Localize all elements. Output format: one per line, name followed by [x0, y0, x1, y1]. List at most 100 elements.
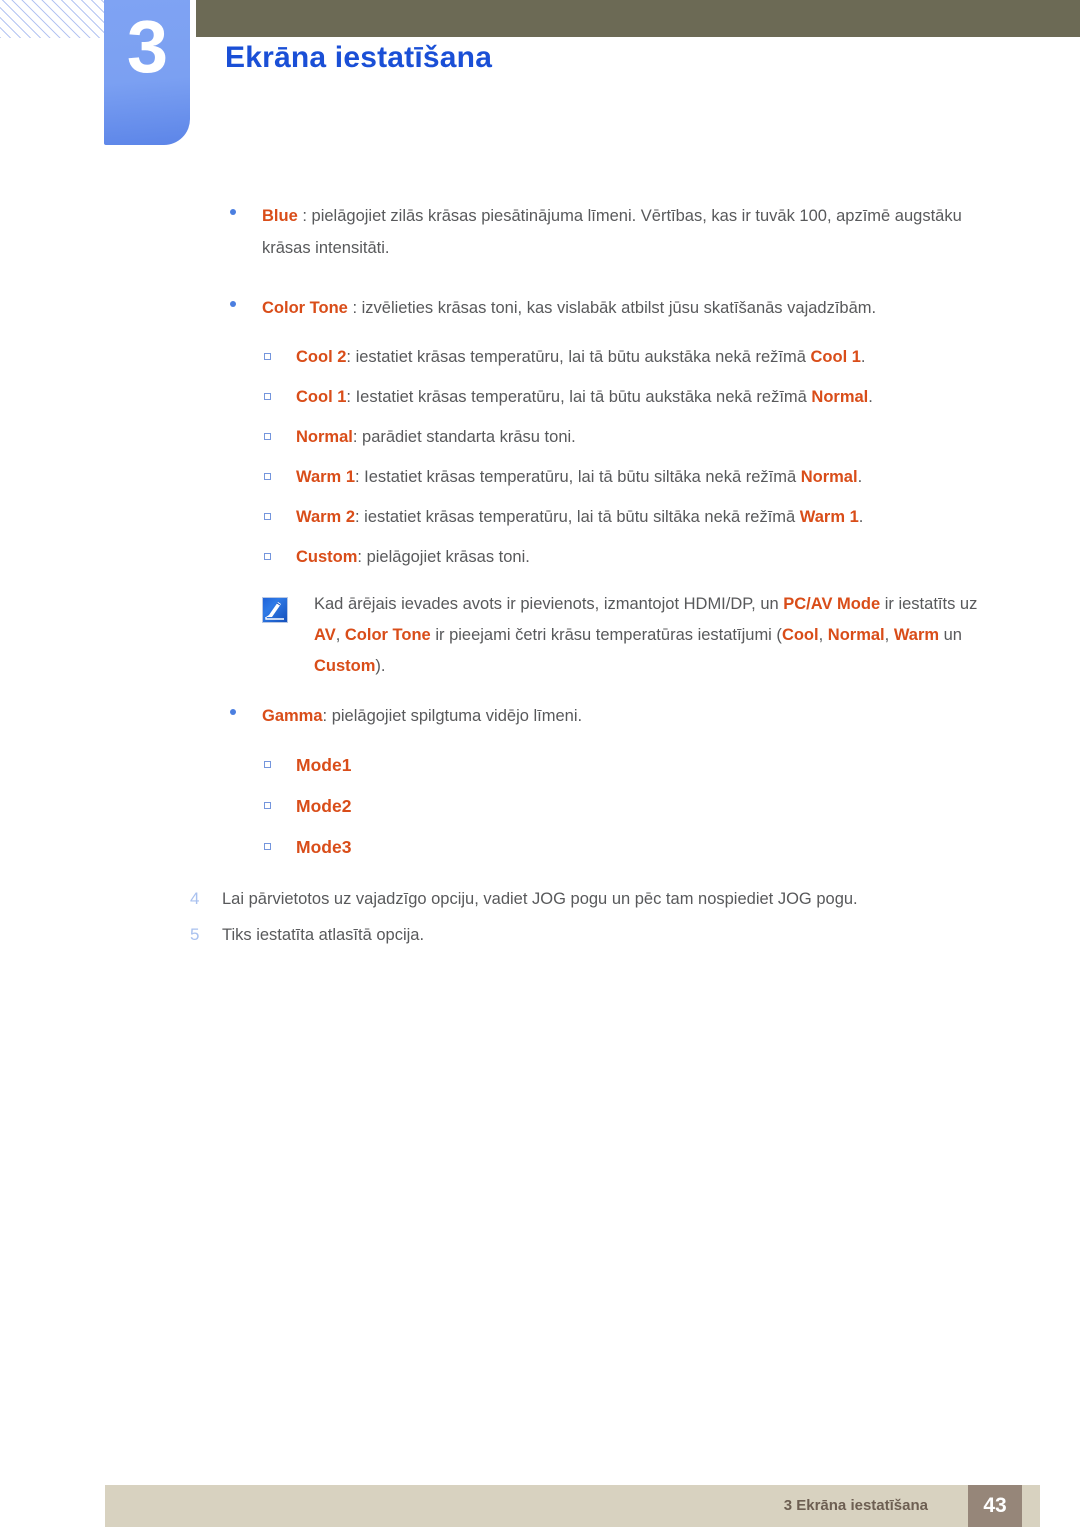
footer-page-number: 43: [968, 1485, 1022, 1527]
term: Warm 1: [296, 468, 355, 486]
chapter-tab: 3: [104, 0, 190, 145]
separator: :: [346, 348, 356, 366]
separator: :: [355, 508, 365, 526]
page-content: Blue : pielāgojiet zilās krāsas piesātin…: [0, 200, 1080, 955]
list-item-text: Cool 2: iestatiet krāsas temperatūru, la…: [262, 342, 866, 373]
list-item-text: Mode2: [262, 791, 351, 823]
bullet-square-icon: [264, 473, 271, 480]
body-text: Iestatiet krāsas temperatūru, lai tā būt…: [355, 388, 812, 406]
list-item-mode2: Mode2: [0, 791, 1080, 823]
term: Cool 1: [296, 388, 347, 406]
reference: Normal: [811, 388, 869, 406]
note-part: ir iestatīts uz: [880, 595, 978, 613]
bullet-square-icon: [264, 353, 271, 360]
mode-label: Mode3: [296, 837, 352, 857]
list-item-text: Gamma: pielāgojiet spilgtuma vidējo līme…: [228, 700, 582, 732]
note-highlight-pc-av-mode: PC/AV Mode: [783, 595, 881, 613]
bullet-dot-icon: [230, 301, 236, 307]
note-part: un: [939, 626, 962, 644]
reference: Cool 1: [810, 348, 861, 366]
body-text: pielāgojiet spilgtuma vidējo līmeni.: [331, 707, 583, 725]
term: Normal: [296, 428, 353, 446]
note-part: ir pieejami četri krāsu temperatūras ies…: [430, 626, 782, 644]
list-item-mode1: Mode1: [0, 750, 1080, 782]
body-text: parādiet standarta krāsu toni.: [362, 428, 576, 446]
note-part: ,: [335, 626, 345, 644]
term: Custom: [296, 548, 358, 566]
body-text-tail: .: [868, 388, 873, 406]
list-item-normal: Normal: parādiet standarta krāsu toni.: [0, 422, 1080, 453]
bullet-square-icon: [264, 802, 271, 809]
header-olive-bar: [196, 0, 1080, 37]
list-item-cool-2: Cool 2: iestatiet krāsas temperatūru, la…: [0, 342, 1080, 373]
note-part: Kad ārējais ievades avots ir pievienots,…: [314, 595, 784, 613]
body-text: iestatiet krāsas temperatūru, lai tā būt…: [364, 508, 800, 526]
separator: :: [355, 468, 365, 486]
note-part: ,: [818, 626, 828, 644]
bullet-dot-icon: [230, 209, 236, 215]
note-text: Kad ārējais ievades avots ir pievienots,…: [262, 589, 990, 682]
reference: Normal: [800, 468, 858, 486]
separator: :: [347, 299, 362, 317]
list-item-mode3: Mode3: [0, 832, 1080, 864]
list-item-text: Blue : pielāgojiet zilās krāsas piesātin…: [228, 200, 1010, 264]
bullet-square-icon: [264, 843, 271, 850]
step-text: Tiks iestatīta atlasītā opcija.: [222, 926, 425, 944]
note-part: ).: [375, 657, 386, 675]
separator: :: [346, 388, 356, 406]
header-hatch-pattern: [0, 0, 104, 38]
mode-label: Mode2: [296, 796, 352, 816]
list-item-blue: Blue : pielāgojiet zilās krāsas piesātin…: [0, 200, 1080, 264]
list-item-text: Color Tone : izvēlieties krāsas toni, ka…: [228, 292, 876, 324]
footer-chapter-label: 3 Ekrāna iestatīšana: [783, 1497, 928, 1514]
body-text: iestatiet krāsas temperatūru, lai tā būt…: [355, 348, 811, 366]
list-item-text: Cool 1: Iestatiet krāsas temperatūru, la…: [262, 382, 873, 413]
body-text-tail: .: [860, 348, 866, 366]
step-number: 5: [190, 925, 200, 944]
reference: Warm 1: [799, 508, 859, 526]
term: Warm 2: [296, 508, 355, 526]
mode-label: Mode1: [296, 755, 352, 775]
list-item-gamma: Gamma: pielāgojiet spilgtuma vidējo līme…: [0, 700, 1080, 732]
list-item-warm-2: Warm 2: iestatiet krāsas temperatūru, la…: [0, 502, 1080, 533]
body-text: pielāgojiet zilās krāsas piesātinājuma l…: [262, 207, 962, 257]
chapter-title: Ekrāna iestatīšana: [225, 41, 493, 74]
body-text: izvēlieties krāsas toni, kas vislabāk at…: [361, 299, 877, 317]
body-text: pielāgojiet krāsas toni.: [366, 548, 530, 566]
list-item-color-tone: Color Tone : izvēlieties krāsas toni, ka…: [0, 292, 1080, 324]
list-item-text: Normal: parādiet standarta krāsu toni.: [262, 422, 576, 453]
note-highlight-custom: Custom: [314, 657, 376, 675]
separator: :: [352, 428, 363, 446]
note-highlight-av: AV: [314, 626, 336, 644]
list-item-custom: Custom: pielāgojiet krāsas toni.: [0, 542, 1080, 573]
separator: :: [357, 548, 367, 566]
note-highlight-warm: Warm: [893, 626, 940, 644]
separator: :: [322, 707, 332, 725]
bullet-square-icon: [264, 433, 271, 440]
list-item-text: Mode3: [262, 832, 351, 864]
step-5: 5 Tiks iestatīta atlasītā opcija.: [0, 919, 1080, 951]
list-item-text: Warm 1: Iestatiet krāsas temperatūru, la…: [262, 462, 862, 493]
bullet-square-icon: [264, 513, 271, 520]
step-number: 4: [190, 889, 200, 908]
page-footer: 3 Ekrāna iestatīšana 43: [105, 1485, 1040, 1527]
term: Cool 2: [296, 348, 347, 366]
bullet-square-icon: [264, 553, 271, 560]
note-highlight-normal: Normal: [827, 626, 885, 644]
step-text: Lai pārvietotos uz vajadzīgo opciju, vad…: [222, 890, 858, 908]
chapter-number: 3: [126, 5, 168, 88]
bullet-square-icon: [264, 393, 271, 400]
separator: :: [297, 207, 312, 225]
body-text-tail: .: [857, 468, 863, 486]
body-text-tail: .: [858, 508, 864, 526]
body-text: Iestatiet krāsas temperatūru, lai tā būt…: [364, 468, 801, 486]
bullet-square-icon: [264, 761, 271, 768]
note-pen-icon: [262, 597, 288, 623]
note-highlight-color-tone: Color Tone: [344, 626, 431, 644]
step-4: 4 Lai pārvietotos uz vajadzīgo opciju, v…: [0, 883, 1080, 915]
note-highlight-cool: Cool: [781, 626, 819, 644]
list-item-text: Mode1: [262, 750, 351, 782]
note-part: ,: [884, 626, 894, 644]
